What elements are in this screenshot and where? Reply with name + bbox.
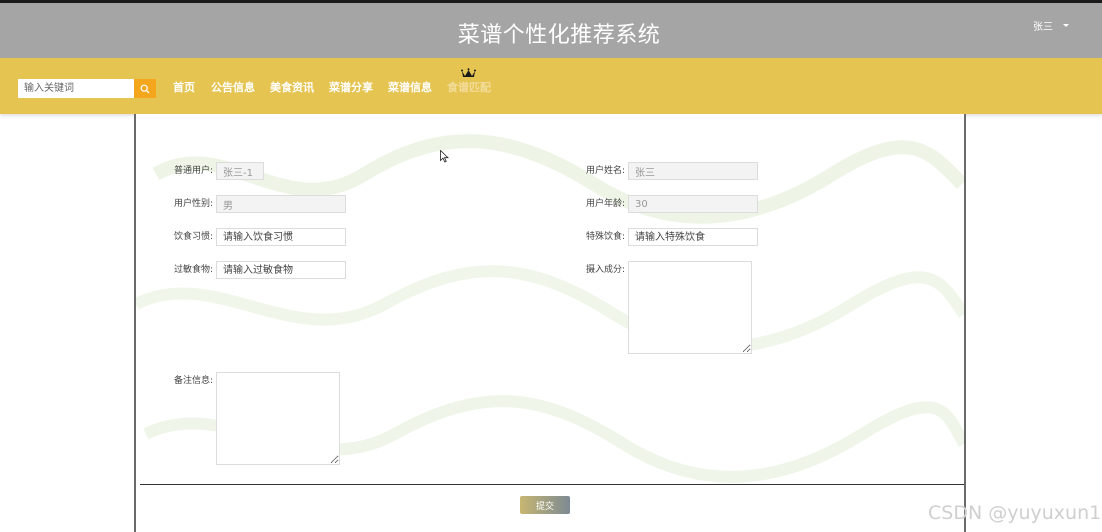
allergy-input[interactable]: [216, 261, 346, 279]
diet-habit-label: 饮食习惯:: [174, 232, 214, 242]
nav-recipe-info[interactable]: 菜谱信息: [388, 79, 432, 95]
age-field[interactable]: [628, 195, 758, 213]
intake-textarea[interactable]: [628, 261, 752, 354]
name-field[interactable]: [628, 162, 758, 180]
nav-recipe-share[interactable]: 菜谱分享: [329, 79, 373, 95]
diet-habit-input[interactable]: [216, 228, 346, 246]
gender-field[interactable]: [216, 195, 346, 213]
nav-food-news[interactable]: 美食资讯: [270, 79, 314, 95]
site-title: 菜谱个性化推荐系统: [457, 23, 661, 48]
age-label: 用户年龄:: [586, 199, 626, 209]
account-label: 普通用户:: [174, 166, 214, 176]
profile-form-panel: 普通用户: 用户姓名: 用户性别: 用户年龄: 饮食习惯: 特殊饮食: 过敏食物…: [134, 114, 966, 532]
allergy-label: 过敏食物:: [174, 265, 214, 275]
search-input[interactable]: [18, 79, 134, 98]
special-diet-label: 特殊饮食:: [586, 232, 626, 242]
mouse-cursor-icon: [440, 150, 449, 163]
gender-label: 用户性别:: [174, 199, 214, 209]
submit-button[interactable]: 提交: [520, 496, 570, 514]
remark-textarea[interactable]: [216, 372, 340, 465]
main-navbar: 首页 公告信息 美食资讯 菜谱分享 菜谱信息 食谱匹配: [0, 58, 1102, 114]
name-label: 用户姓名:: [586, 166, 626, 176]
form-divider: [140, 484, 964, 485]
watermark: CSDN @yuyuxun1: [928, 502, 1102, 524]
top-header: 菜谱个性化推荐系统 张三: [0, 0, 1102, 58]
search-icon: [140, 84, 150, 93]
username: 张三: [1033, 22, 1053, 33]
nav-home[interactable]: 首页: [173, 79, 195, 95]
nav-recipe-match[interactable]: 食谱匹配: [447, 79, 491, 95]
user-menu[interactable]: 张三: [1033, 18, 1069, 33]
caret-down-icon: [1063, 24, 1069, 27]
nav-announcements[interactable]: 公告信息: [211, 79, 255, 95]
crown-icon: [461, 68, 476, 77]
remark-label: 备注信息:: [174, 376, 214, 386]
search-button[interactable]: [134, 79, 156, 98]
intake-label: 摄入成分:: [586, 265, 626, 275]
account-field[interactable]: [216, 162, 264, 180]
special-diet-input[interactable]: [628, 228, 758, 246]
